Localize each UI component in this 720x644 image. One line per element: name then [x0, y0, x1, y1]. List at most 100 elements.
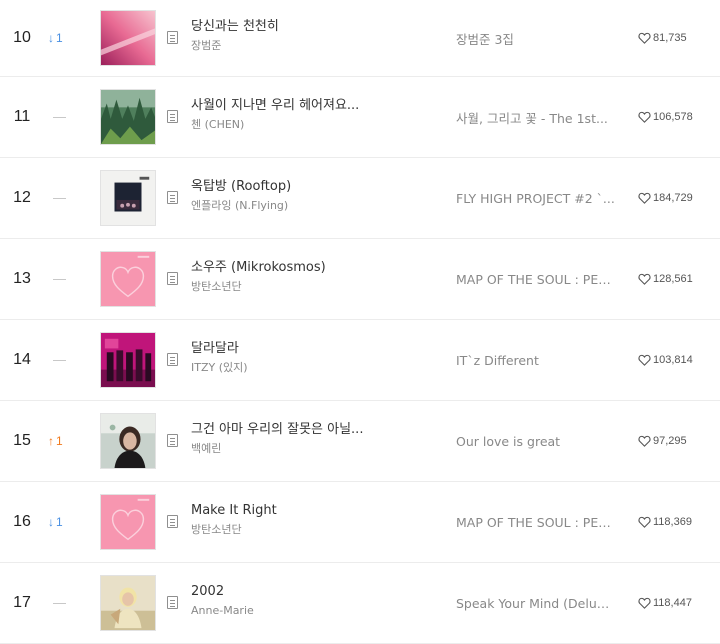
lyric-doc-icon[interactable] — [167, 191, 178, 204]
rank-number: 11 — [13, 108, 31, 125]
like-button[interactable]: 106,578 — [638, 77, 693, 157]
heart-outline-icon — [638, 111, 651, 123]
lyric-doc-icon[interactable] — [167, 353, 178, 366]
album-name[interactable]: 사월, 그리고 꽃 - The 1st... — [456, 77, 616, 157]
like-button[interactable]: 128,561 — [638, 239, 693, 319]
rank-number: 12 — [13, 189, 31, 206]
like-count: 118,447 — [653, 597, 692, 609]
album-cover[interactable] — [100, 575, 156, 631]
song-artist[interactable]: 방탄소년단 — [191, 279, 421, 295]
rank-number: 16 — [13, 513, 31, 530]
lyric-doc-icon[interactable] — [167, 434, 178, 447]
song-info: Make It Right 방탄소년단 — [191, 502, 421, 538]
song-info: 옥탑방 (Rooftop) 엔플라잉 (N.Flying) — [191, 178, 421, 214]
like-count: 128,561 — [653, 273, 693, 285]
chart-row[interactable]: 16 ↓ 1 Make It Right 방탄소년단 MAP OF THE SOU… — [0, 482, 720, 563]
album-cover[interactable] — [100, 494, 156, 550]
song-info: 사월이 지나면 우리 헤어져요... 첸 (CHEN) — [191, 97, 421, 133]
chart-row[interactable]: 15 ↑ 1 그건 아마 우리의 잘못은 아닐... 백예린 Our love i… — [0, 401, 720, 482]
dash-icon — [53, 116, 66, 118]
song-title[interactable]: 달라달라 — [191, 340, 421, 358]
rank-number: 14 — [13, 351, 31, 368]
rank-change-up: ↑ 1 — [48, 401, 78, 481]
song-artist[interactable]: 백예린 — [191, 441, 421, 457]
song-artist[interactable]: ITZY (있지) — [191, 360, 421, 376]
chart-list: 10 ↓ 1 당신과는 천천히 장범준 장범준 3집 81,735 11 사월이 … — [0, 0, 720, 644]
rank-change-none — [48, 320, 78, 400]
like-button[interactable]: 184,729 — [638, 158, 693, 238]
album-cover[interactable] — [100, 332, 156, 388]
chart-row[interactable]: 13 소우주 (Mikrokosmos) 방탄소년단 MAP OF THE SO… — [0, 239, 720, 320]
song-title[interactable]: 그건 아마 우리의 잘못은 아닐... — [191, 421, 421, 439]
dash-icon — [53, 602, 66, 604]
like-count: 118,369 — [653, 516, 692, 528]
rank-change-none — [48, 563, 78, 643]
rank-change-value: 1 — [56, 515, 63, 529]
album-cover[interactable] — [100, 89, 156, 145]
chart-row[interactable]: 12 옥탑방 (Rooftop) 엔플라잉 (N.Flying) FLY HIG… — [0, 158, 720, 239]
song-title[interactable]: Make It Right — [191, 502, 421, 520]
rank-change-down: ↓ 1 — [48, 482, 78, 562]
like-button[interactable]: 103,814 — [638, 320, 693, 400]
like-button[interactable]: 81,735 — [638, 0, 687, 76]
like-button[interactable]: 97,295 — [638, 401, 687, 481]
heart-outline-icon — [638, 354, 651, 366]
rank-change-none — [48, 158, 78, 238]
arrow-down-icon: ↓ — [48, 31, 54, 45]
lyric-doc-icon[interactable] — [167, 596, 178, 609]
heart-outline-icon — [638, 192, 651, 204]
like-count: 97,295 — [653, 435, 687, 447]
song-artist[interactable]: 방탄소년단 — [191, 522, 421, 538]
song-info: 2002 Anne-Marie — [191, 583, 421, 619]
lyric-doc-icon[interactable] — [167, 110, 178, 123]
chart-row[interactable]: 10 ↓ 1 당신과는 천천히 장범준 장범준 3집 81,735 — [0, 0, 720, 77]
heart-outline-icon — [638, 597, 651, 609]
chart-row[interactable]: 17 2002 Anne-Marie Speak Your Mind (Delu… — [0, 563, 720, 644]
song-title[interactable]: 사월이 지나면 우리 헤어져요... — [191, 97, 421, 115]
album-cover[interactable] — [100, 170, 156, 226]
heart-outline-icon — [638, 32, 651, 44]
song-artist[interactable]: Anne-Marie — [191, 603, 421, 619]
album-cover[interactable] — [100, 251, 156, 307]
song-artist[interactable]: 첸 (CHEN) — [191, 117, 421, 133]
album-name-text: 사월, 그리고 꽃 - The 1st... — [456, 110, 608, 126]
album-name[interactable]: IT`z Different — [456, 320, 616, 400]
album-name[interactable]: MAP OF THE SOUL : PER... — [456, 239, 616, 319]
dash-icon — [53, 197, 66, 199]
lyric-doc-icon[interactable] — [167, 515, 178, 528]
album-name[interactable]: Our love is great — [456, 401, 616, 481]
rank-number: 13 — [13, 270, 31, 287]
lyric-doc-icon[interactable] — [167, 31, 178, 44]
lyric-doc-icon[interactable] — [167, 272, 178, 285]
album-cover[interactable] — [100, 413, 156, 469]
album-name[interactable]: Speak Your Mind (Deluxe) — [456, 563, 616, 643]
song-title[interactable]: 당신과는 천천히 — [191, 18, 421, 36]
album-name-text: IT`z Different — [456, 352, 539, 368]
album-name-text: Speak Your Mind (Deluxe) — [456, 595, 616, 611]
chart-row[interactable]: 11 사월이 지나면 우리 헤어져요... 첸 (CHEN) 사월, 그리고 꽃… — [0, 77, 720, 158]
album-name-text: MAP OF THE SOUL : PER... — [456, 514, 616, 530]
dash-icon — [53, 359, 66, 361]
album-name[interactable]: 장범준 3집 — [456, 0, 616, 76]
album-name-text: MAP OF THE SOUL : PER... — [456, 271, 616, 287]
chart-row[interactable]: 14 달라달라 ITZY (있지) IT`z Different 103,814 — [0, 320, 720, 401]
arrow-down-icon: ↓ — [48, 515, 54, 529]
song-artist[interactable]: 장범준 — [191, 38, 421, 54]
song-title[interactable]: 2002 — [191, 583, 421, 601]
song-info: 소우주 (Mikrokosmos) 방탄소년단 — [191, 259, 421, 295]
rank-change-none — [48, 77, 78, 157]
rank-number: 15 — [13, 432, 31, 449]
heart-outline-icon — [638, 435, 651, 447]
album-name-text: FLY HIGH PROJECT #2 `... — [456, 190, 615, 206]
song-title[interactable]: 옥탑방 (Rooftop) — [191, 178, 421, 196]
album-name[interactable]: FLY HIGH PROJECT #2 `... — [456, 158, 616, 238]
song-title[interactable]: 소우주 (Mikrokosmos) — [191, 259, 421, 277]
rank-change-value: 1 — [56, 434, 63, 448]
song-info: 달라달라 ITZY (있지) — [191, 340, 421, 376]
like-button[interactable]: 118,447 — [638, 563, 692, 643]
album-cover[interactable] — [100, 10, 156, 66]
like-button[interactable]: 118,369 — [638, 482, 692, 562]
song-artist[interactable]: 엔플라잉 (N.Flying) — [191, 198, 421, 214]
album-name[interactable]: MAP OF THE SOUL : PER... — [456, 482, 616, 562]
like-count: 106,578 — [653, 111, 693, 123]
